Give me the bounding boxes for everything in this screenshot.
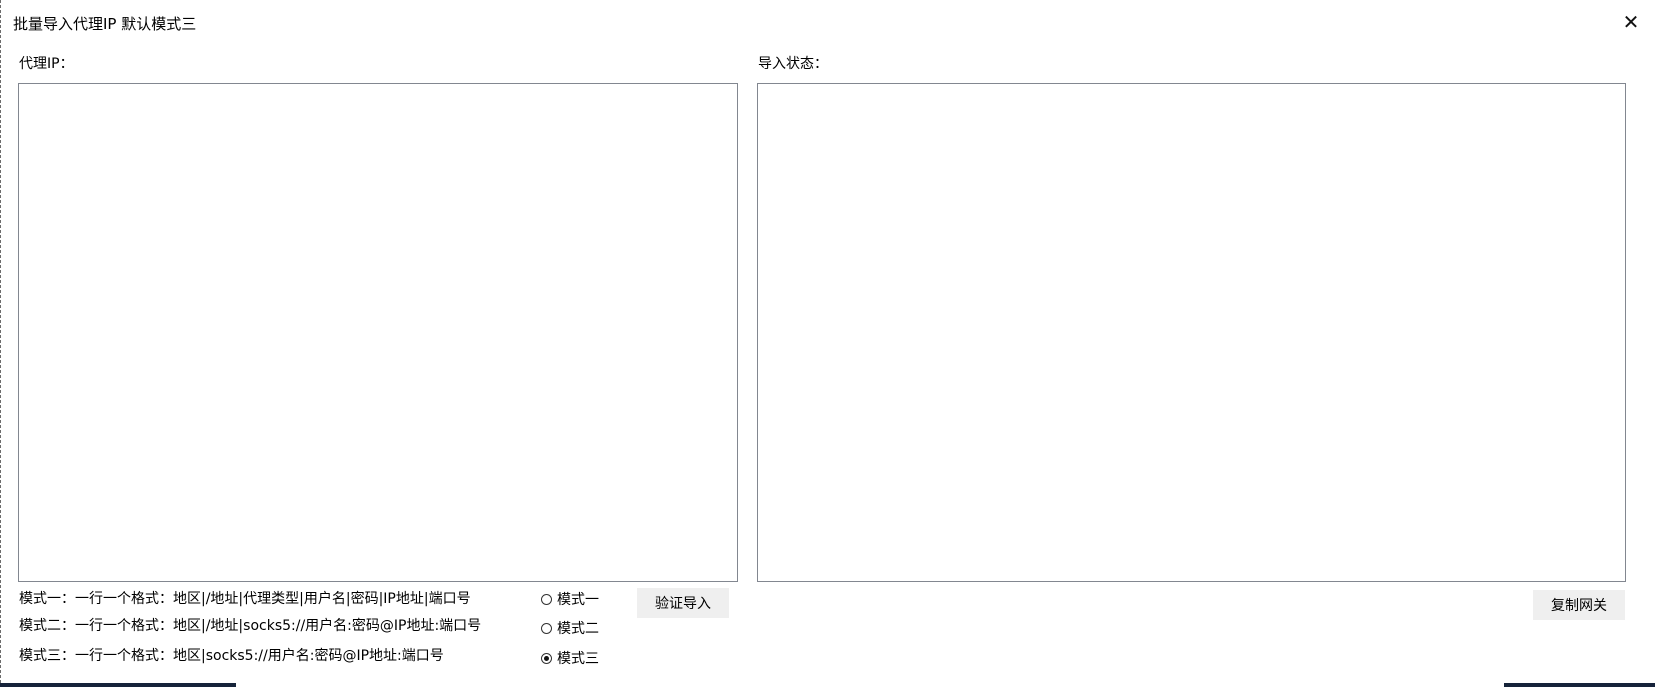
- import-status-label: 导入状态：: [758, 56, 828, 72]
- close-icon[interactable]: ✕: [1617, 9, 1645, 35]
- proxy-ip-textarea[interactable]: [18, 83, 738, 582]
- taskbar-segment: [1504, 683, 1655, 687]
- taskbar-edge: [0, 683, 1655, 687]
- radio-mode-2[interactable]: 模式二: [541, 619, 599, 637]
- mode-1-description: 模式一：一行一个格式：地区|/地址|代理类型|用户名|密码|IP地址|端口号: [19, 591, 471, 607]
- import-status-textarea[interactable]: [757, 83, 1626, 582]
- window-title: 批量导入代理IP 默认模式三: [13, 15, 197, 33]
- radio-mode-1[interactable]: 模式一: [541, 590, 599, 608]
- radio-mode-3[interactable]: 模式三: [541, 649, 599, 667]
- mode-3-description: 模式三：一行一个格式：地区|socks5://用户名:密码@IP地址:端口号: [19, 648, 444, 664]
- taskbar-segment: [0, 683, 236, 687]
- validate-import-button[interactable]: 验证导入: [637, 588, 729, 618]
- radio-icon: [541, 652, 552, 664]
- radio-mode-1-label: 模式一: [557, 592, 599, 608]
- import-proxy-dialog: 批量导入代理IP 默认模式三 ✕ 代理IP： 导入状态： 模式一：一行一个格式：…: [0, 0, 1655, 683]
- radio-icon: [541, 593, 552, 605]
- radio-mode-2-label: 模式二: [557, 621, 599, 637]
- mode-2-description: 模式二：一行一个格式：地区|/地址|socks5://用户名:密码@IP地址:端…: [19, 618, 482, 634]
- radio-icon: [541, 622, 552, 634]
- copy-gateway-button[interactable]: 复制网关: [1533, 590, 1625, 620]
- radio-mode-3-label: 模式三: [557, 651, 599, 667]
- proxy-ip-label: 代理IP：: [19, 56, 74, 72]
